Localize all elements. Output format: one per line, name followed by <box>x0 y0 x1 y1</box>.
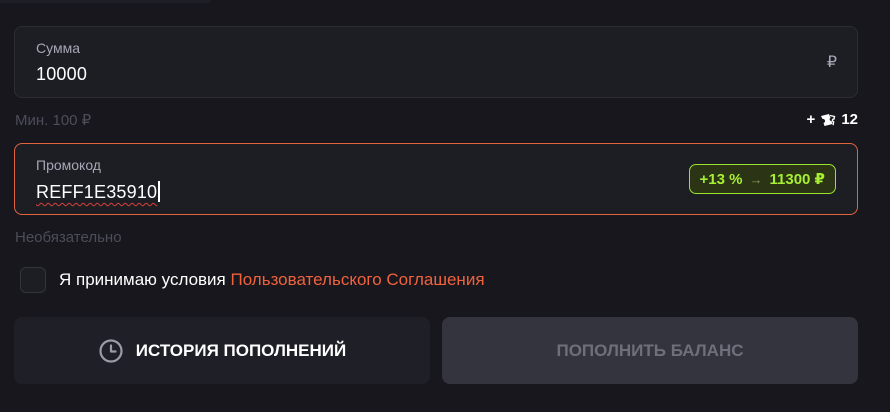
top-divider <box>0 0 210 3</box>
promo-code-input[interactable]: REFF1E35910 <box>36 181 160 203</box>
promo-code-value: REFF1E35910 <box>36 182 158 202</box>
bonus-total: 11300 ₽ <box>769 171 826 188</box>
bonus-percent: +13 % <box>699 170 743 188</box>
agreement-text: Я принимаю условия Пользовательского Сог… <box>59 270 485 290</box>
promo-code-label: Промокод <box>36 157 101 173</box>
tickets-count: 12 <box>841 111 858 128</box>
amount-label: Сумма <box>36 40 80 56</box>
tickets-bonus: + 12 <box>807 111 858 128</box>
tickets-prefix: + <box>806 111 816 128</box>
amount-input[interactable]: 10000 <box>36 64 87 85</box>
deposit-history-label: ИСТОРИЯ ПОПОЛНЕНИЙ <box>135 340 347 360</box>
text-caret <box>158 181 160 202</box>
bonus-badge: +13 % → 11300 ₽ <box>688 164 836 194</box>
agreement-label: Я принимаю условия <box>59 270 226 289</box>
user-agreement-link[interactable]: Пользовательского Соглашения <box>231 270 485 289</box>
promo-optional-hint: Необязательно <box>15 229 122 246</box>
amount-field[interactable]: Сумма 10000 ₽ <box>14 26 858 98</box>
agreement-row: Я принимаю условия Пользовательского Сог… <box>20 267 485 293</box>
promo-code-field[interactable]: Промокод REFF1E35910 +13 % → 11300 ₽ <box>14 143 858 215</box>
deposit-history-button[interactable]: ИСТОРИЯ ПОПОЛНЕНИЙ <box>14 317 430 384</box>
currency-symbol: ₽ <box>826 54 837 71</box>
agreement-checkbox[interactable] <box>20 267 46 293</box>
min-amount-hint: Мин. 100 ₽ <box>15 112 92 129</box>
arrow-right-icon: → <box>749 171 763 187</box>
clock-icon <box>98 338 124 364</box>
top-up-balance-label: ПОПОЛНИТЬ БАЛАНС <box>556 340 744 360</box>
ticket-icon <box>820 113 836 127</box>
top-up-balance-button[interactable]: ПОПОЛНИТЬ БАЛАНС <box>442 317 858 384</box>
